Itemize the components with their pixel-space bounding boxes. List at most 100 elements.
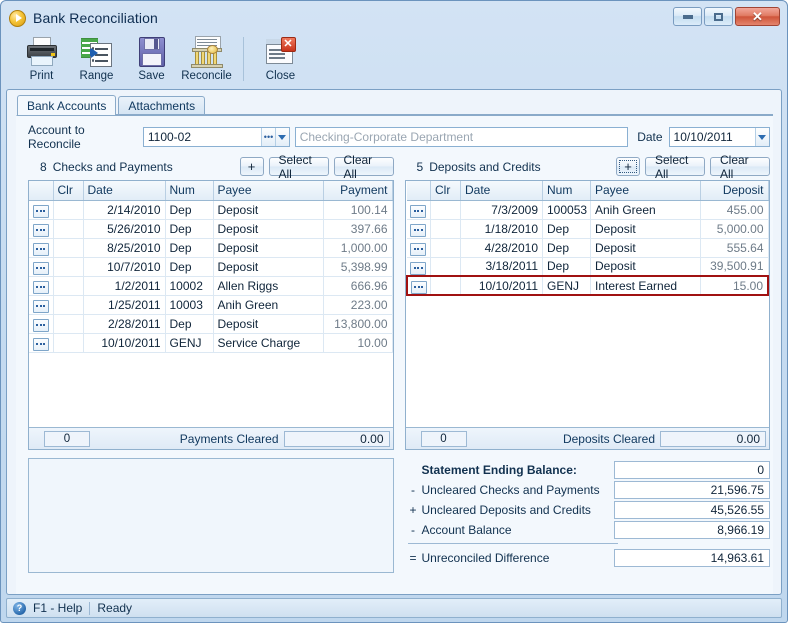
table-row[interactable]: 1/18/2010 Dep Deposit 5,000.00 — [406, 219, 769, 239]
checks-grid-empty-space[interactable] — [29, 352, 393, 427]
row-menu-icon[interactable] — [410, 261, 427, 275]
help-text[interactable]: F1 - Help — [33, 601, 82, 615]
right-clear-all-button[interactable]: Clear All — [710, 153, 770, 181]
row-menu-cell[interactable] — [29, 295, 54, 315]
cell-clr[interactable] — [430, 200, 461, 220]
account-input[interactable] — [143, 128, 262, 146]
row-menu-icon[interactable] — [410, 280, 427, 293]
row-menu-cell[interactable] — [29, 276, 54, 296]
left-add-button[interactable]: + — [239, 157, 264, 176]
col-header-date[interactable]: Date — [460, 181, 543, 201]
col-header-num[interactable]: Num — [542, 181, 591, 201]
row-menu-icon[interactable] — [410, 204, 427, 218]
col-header-selector[interactable] — [29, 181, 54, 201]
tab-attachments[interactable]: Attachments — [118, 96, 206, 115]
row-menu-icon[interactable] — [32, 280, 49, 294]
maximize-button[interactable] — [704, 7, 733, 26]
cell-clr[interactable] — [53, 200, 84, 220]
cell-payee: Allen Riggs — [213, 276, 324, 296]
row-menu-cell[interactable] — [406, 238, 431, 258]
question-mark-icon[interactable]: ? — [13, 601, 26, 615]
deposits-grid-empty-space[interactable] — [405, 296, 769, 427]
col-header-date[interactable]: Date — [83, 181, 166, 201]
row-menu-icon[interactable] — [410, 223, 427, 237]
table-row[interactable]: 1/2/2011 10002 Allen Riggs 666.96 — [29, 276, 393, 296]
row-menu-cell[interactable] — [29, 219, 54, 239]
row-menu-cell[interactable] — [29, 257, 54, 277]
row-menu-cell[interactable] — [406, 257, 431, 277]
cell-clr[interactable] — [430, 219, 461, 239]
row-menu-cell[interactable] — [406, 200, 431, 220]
row-menu-icon[interactable] — [32, 337, 49, 351]
left-clear-all-button[interactable]: Clear All — [333, 153, 394, 181]
table-row[interactable]: 4/28/2010 Dep Deposit 555.64 — [406, 238, 769, 258]
row-menu-icon[interactable] — [32, 242, 49, 256]
toolbar-button-save[interactable]: Save — [124, 34, 179, 82]
statement-ending-balance-value[interactable]: 0 — [614, 460, 770, 479]
table-row[interactable]: 2/14/2010 Dep Deposit 100.14 — [29, 200, 393, 220]
col-header-deposit[interactable]: Deposit — [700, 181, 769, 201]
cell-clr[interactable] — [53, 257, 84, 277]
date-combo[interactable] — [668, 127, 770, 147]
cell-clr[interactable] — [53, 295, 84, 315]
minimize-icon — [682, 14, 693, 19]
cell-clr[interactable] — [53, 219, 84, 239]
cell-clr[interactable] — [53, 314, 84, 334]
table-row-highlighted[interactable]: 10/10/2011 GENJ Interest Earned 15.00 — [405, 275, 769, 296]
cell-date: 2/14/2010 — [83, 200, 166, 220]
col-header-clr[interactable]: Clr — [53, 181, 84, 201]
cell-clr[interactable] — [53, 276, 84, 296]
toolbar-button-print[interactable]: Print — [14, 34, 69, 82]
close-button[interactable]: ✕ — [735, 7, 780, 26]
row-menu-icon[interactable] — [410, 242, 427, 256]
right-section-header: 5 Deposits and Credits + Select All Clea… — [405, 153, 770, 181]
table-row[interactable]: 2/28/2011 Dep Deposit 13,800.00 — [29, 314, 393, 334]
right-select-all-button[interactable]: Select All — [645, 153, 705, 181]
table-row[interactable]: 3/18/2011 Dep Deposit 39,500.91 — [406, 257, 769, 277]
table-row[interactable]: 8/25/2010 Dep Deposit 1,000.00 — [29, 238, 393, 258]
row-menu-icon[interactable] — [32, 223, 49, 237]
col-header-payee[interactable]: Payee — [590, 181, 701, 201]
cell-clr[interactable] — [430, 275, 461, 296]
row-menu-icon[interactable] — [32, 204, 49, 218]
right-add-button[interactable]: + — [616, 157, 640, 176]
col-header-payee[interactable]: Payee — [213, 181, 324, 201]
col-header-num[interactable]: Num — [165, 181, 214, 201]
table-row[interactable]: 5/26/2010 Dep Deposit 397.66 — [29, 219, 393, 239]
row-menu-cell[interactable] — [29, 200, 54, 220]
table-row[interactable]: 7/3/2009 100053 Anih Green 455.00 — [406, 200, 769, 220]
col-header-payment[interactable]: Payment — [323, 181, 393, 201]
cell-clr[interactable] — [430, 238, 461, 258]
cell-clr[interactable] — [53, 238, 84, 258]
row-menu-icon[interactable] — [32, 299, 49, 313]
toolbar-button-close[interactable]: ✕ Close — [253, 34, 308, 82]
left-select-all-button[interactable]: Select All — [268, 153, 329, 181]
col-header-selector[interactable] — [406, 181, 431, 201]
date-dropdown-button[interactable] — [754, 128, 769, 146]
row-menu-cell[interactable] — [29, 333, 54, 353]
table-row[interactable]: 10/7/2010 Dep Deposit 5,398.99 — [29, 257, 393, 277]
table-row[interactable]: 1/25/2011 10003 Anih Green 223.00 — [29, 295, 393, 315]
row-menu-cell[interactable] — [406, 219, 431, 239]
notes-panel[interactable] — [28, 458, 394, 573]
row-menu-cell[interactable] — [405, 275, 431, 296]
date-input[interactable] — [669, 128, 755, 146]
account-combo[interactable]: ••• — [142, 127, 290, 147]
table-row[interactable]: 10/10/2011 GENJ Service Charge 10.00 — [29, 333, 393, 353]
toolbar-button-reconcile[interactable]: Reconcile — [179, 34, 234, 82]
row-menu-cell[interactable] — [29, 238, 54, 258]
toolbar-button-range[interactable]: Range — [69, 34, 124, 82]
account-lookup-button[interactable]: ••• — [261, 128, 275, 146]
row-menu-cell[interactable] — [29, 314, 54, 334]
row-menu-icon[interactable] — [32, 318, 49, 332]
col-header-clr[interactable]: Clr — [430, 181, 461, 201]
row-menu-icon[interactable] — [32, 261, 49, 275]
cell-clr[interactable] — [430, 257, 461, 277]
minimize-button[interactable] — [673, 7, 702, 26]
tab-bank-accounts[interactable]: Bank Accounts — [17, 95, 117, 115]
account-dropdown-button[interactable] — [274, 128, 289, 146]
cell-num: Dep — [542, 257, 591, 277]
tab-label-bank-accounts: Bank Accounts — [27, 98, 107, 113]
cell-num: GENJ — [542, 275, 591, 296]
cell-clr[interactable] — [53, 333, 84, 353]
